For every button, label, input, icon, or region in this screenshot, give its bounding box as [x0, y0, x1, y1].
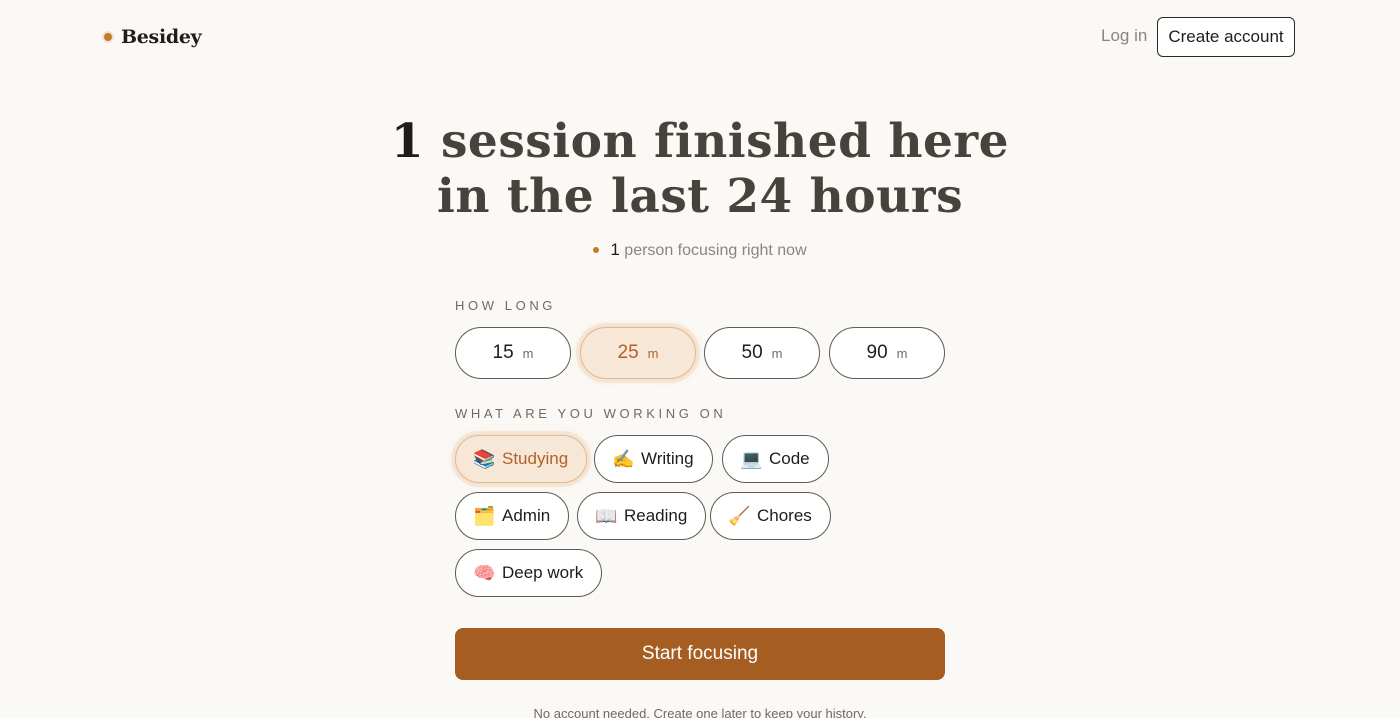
- duration-unit: m: [771, 345, 783, 361]
- category-deep-work[interactable]: 🧠 Deep work: [455, 549, 603, 597]
- duration-value: 50: [741, 342, 763, 363]
- category-code[interactable]: 💻 Code: [722, 435, 829, 483]
- brain-icon: 🧠: [473, 563, 496, 583]
- duration-value: 25: [617, 342, 639, 363]
- category-admin[interactable]: 🗂️ Admin: [455, 492, 570, 540]
- category-chores[interactable]: 🧹 Chores: [710, 492, 831, 540]
- headline-line-2: in the last 24 hours: [436, 169, 964, 224]
- duration-label: HOW LONG: [455, 298, 557, 313]
- duration-unit: m: [647, 345, 659, 361]
- category-label: WHAT ARE YOU WORKING ON: [455, 406, 727, 421]
- live-count: 1: [610, 240, 620, 259]
- brand-name: Besidey: [121, 26, 202, 48]
- login-link[interactable]: Log in: [1101, 26, 1147, 46]
- live-status: 1 person focusing right now: [0, 240, 1400, 260]
- category-label-text: Code: [769, 449, 810, 468]
- duration-unit: m: [522, 345, 534, 361]
- books-icon: 📚: [473, 449, 496, 469]
- live-status-text: 1 person focusing right now: [610, 240, 806, 260]
- category-label-text: Reading: [624, 506, 688, 525]
- category-writing[interactable]: ✍️ Writing: [594, 435, 713, 483]
- create-account-button[interactable]: Create account: [1157, 17, 1295, 57]
- start-focusing-button[interactable]: Start focusing: [455, 628, 945, 680]
- footnote: No account needed. Create one later to k…: [533, 706, 867, 718]
- brand-dot-icon: [104, 33, 112, 41]
- duration-option-90[interactable]: 90 m: [829, 327, 945, 379]
- live-text: person focusing right now: [624, 242, 807, 259]
- category-label-text: Admin: [502, 506, 551, 525]
- category-label-text: Chores: [757, 506, 812, 525]
- category-label-text: Deep work: [502, 563, 584, 582]
- session-count: 1: [390, 114, 425, 169]
- duration-option-15[interactable]: 15 m: [455, 327, 571, 379]
- category-studying[interactable]: 📚 Studying: [455, 435, 588, 483]
- broom-icon: 🧹: [728, 506, 751, 526]
- focus-landing-page: Besidey Log in Create account 1 session …: [0, 0, 1400, 718]
- category-reading[interactable]: 📖 Reading: [577, 492, 707, 540]
- headline-line-1: 1 session finished here: [0, 114, 1400, 169]
- duration-value: 90: [866, 342, 888, 363]
- duration-option-25[interactable]: 25 m: [580, 327, 696, 379]
- headline-line-1-text: session finished here: [440, 114, 1010, 169]
- duration-option-50[interactable]: 50 m: [704, 327, 820, 379]
- duration-value: 15: [492, 342, 514, 363]
- live-dot-icon: [593, 247, 600, 253]
- page-title: 1 session finished here in the last 24 h…: [0, 114, 1400, 224]
- writing-hand-icon: ✍️: [612, 449, 635, 469]
- open-book-icon: 📖: [595, 506, 618, 526]
- category-label-text: Writing: [641, 449, 694, 468]
- brand-logo[interactable]: Besidey: [104, 24, 202, 50]
- laptop-icon: 💻: [740, 449, 763, 469]
- duration-unit: m: [896, 345, 908, 361]
- card-index-icon: 🗂️: [473, 506, 496, 526]
- category-label-text: Studying: [502, 449, 569, 468]
